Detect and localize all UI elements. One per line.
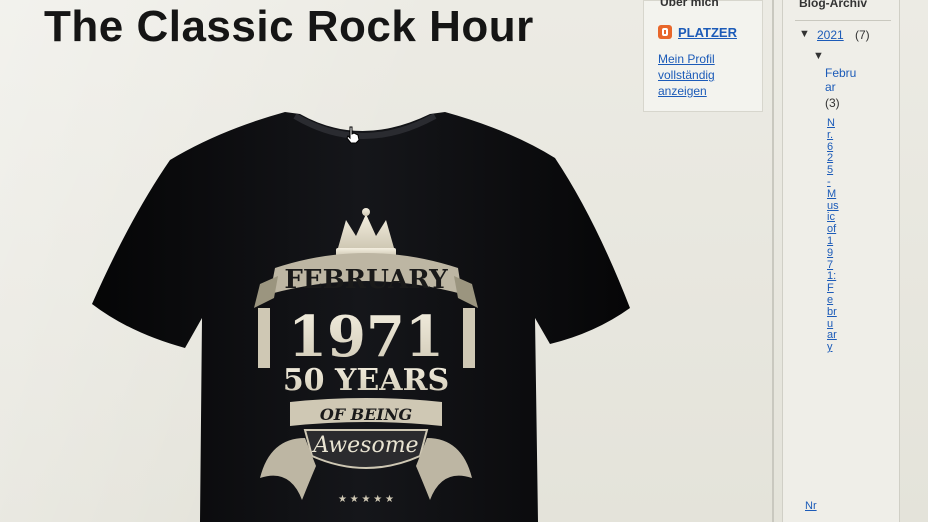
shirt-script-text: Awesome xyxy=(311,433,418,458)
profile-name-link[interactable]: PLATZER xyxy=(678,25,737,40)
year-collapse-toggle-icon[interactable]: ▼ xyxy=(799,28,810,40)
tshirt-image: FEBRUARY 1971 50 YEARS OF BEING Awesome … xyxy=(92,112,630,522)
shirt-of-being-text: OF BEING xyxy=(320,405,412,424)
archive-month-count: (3) xyxy=(825,96,840,110)
shirt-years-text: 50 YEARS xyxy=(283,363,449,398)
column-divider xyxy=(772,0,774,522)
archive-post-link-next[interactable]: Nr xyxy=(805,500,817,512)
archive-post-link[interactable]: Nr. 625 - Music of 1971: February xyxy=(827,117,839,354)
hand-cursor-icon xyxy=(346,126,360,144)
archive-title: Blog-Archiv xyxy=(799,0,868,10)
blog-archive-widget: Blog-Archiv ▼ 2021 (7) ▼ Februar (3) Nr.… xyxy=(782,0,900,522)
view-profile-link[interactable]: Mein Profil vollständig anzeigen xyxy=(658,51,758,99)
blogger-icon xyxy=(658,25,672,39)
shirt-month-text: FEBRUARY xyxy=(284,265,448,295)
month-collapse-toggle-icon[interactable]: ▼ xyxy=(813,50,824,62)
archive-year-count: (7) xyxy=(855,28,870,42)
svg-text:★ ★ ★ ★ ★: ★ ★ ★ ★ ★ xyxy=(338,494,394,505)
blog-title[interactable]: The Classic Rock Hour xyxy=(44,2,534,52)
archive-divider xyxy=(795,20,891,21)
about-title: Über mich xyxy=(660,0,719,9)
archive-year-link[interactable]: 2021 xyxy=(817,28,844,42)
archive-month-link[interactable]: Februar xyxy=(825,66,859,94)
shirt-year-text: 1971 xyxy=(288,304,444,370)
about-widget: Über mich PLATZER Mein Profil vollständi… xyxy=(643,0,763,112)
